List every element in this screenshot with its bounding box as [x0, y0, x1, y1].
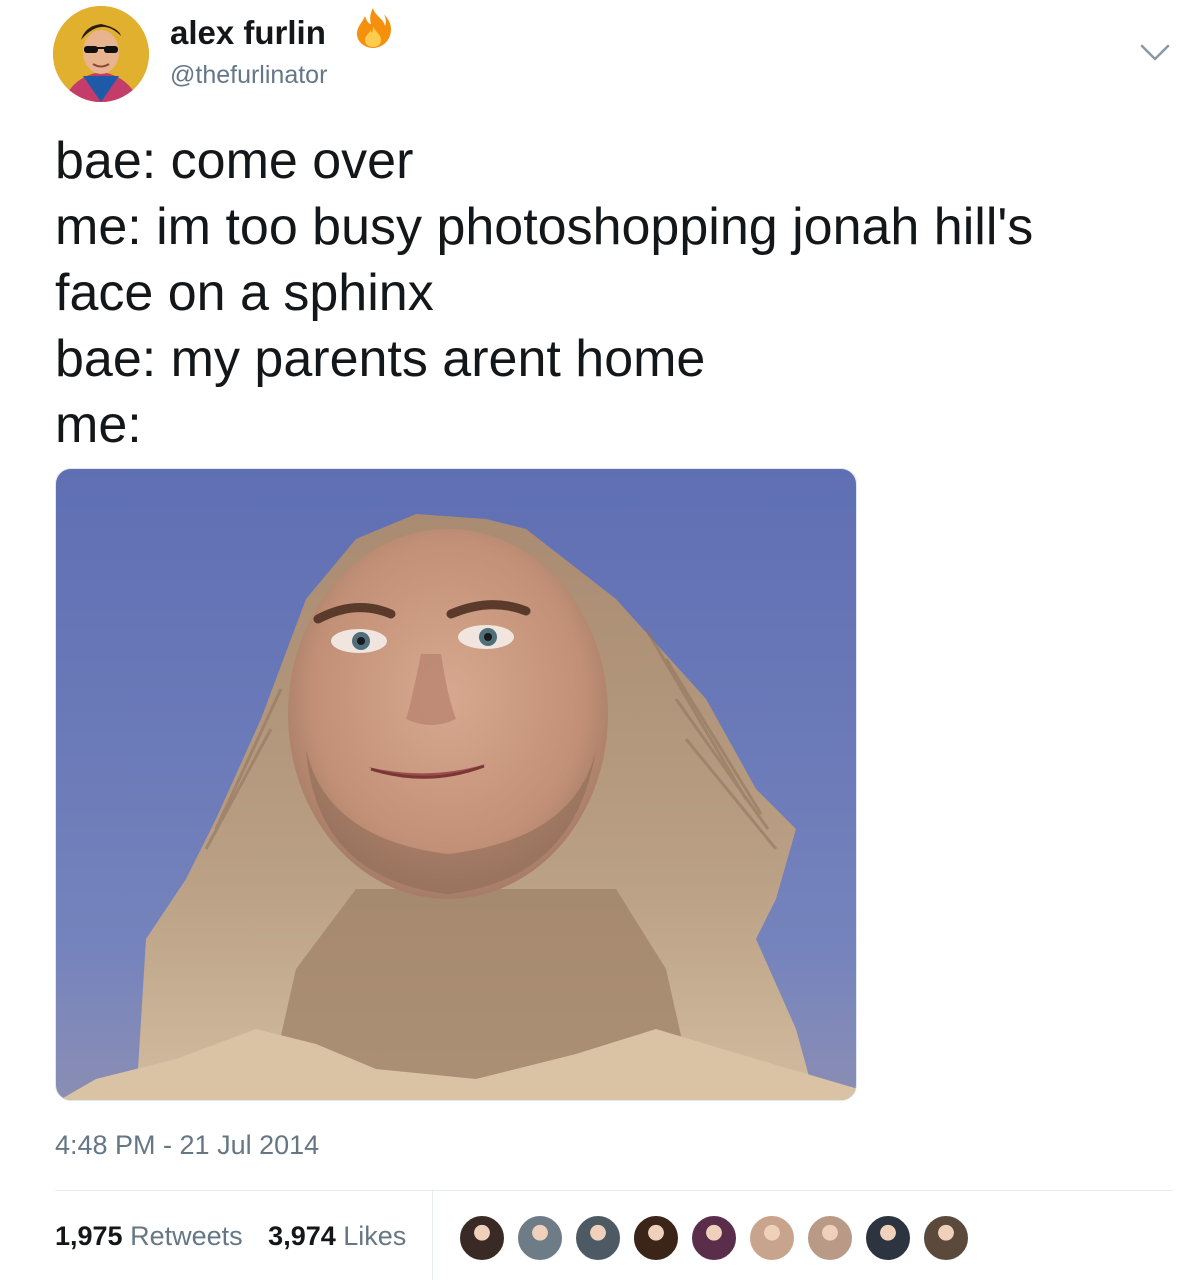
liker-avatar[interactable]	[864, 1214, 912, 1262]
likes-count: 3,974	[268, 1221, 336, 1251]
tweet-line: me: im too busy photoshopping jonah hill…	[55, 198, 1034, 256]
author-display-name[interactable]: alex furlin	[170, 14, 326, 52]
author-handle[interactable]: @thefurlinator	[170, 61, 327, 90]
retweets-count: 1,975	[55, 1221, 123, 1251]
tweet-timestamp[interactable]: 4:48 PM - 21 Jul 2014	[55, 1130, 319, 1161]
stats-divider	[55, 1190, 1173, 1191]
tweet-line: bae: come over	[55, 132, 414, 190]
avatar-photo	[53, 6, 149, 102]
likes-label: Likes	[343, 1221, 407, 1251]
fire-icon	[357, 8, 391, 48]
tweet-text: bae: come over me: im too busy photoshop…	[55, 128, 1165, 458]
tweet-line: face on a sphinx	[55, 264, 434, 322]
author-avatar[interactable]	[53, 6, 149, 102]
retweets-stat[interactable]: 1,975 Retweets	[55, 1221, 243, 1252]
chevron-down-icon[interactable]	[1138, 40, 1172, 64]
liker-avatar[interactable]	[458, 1214, 506, 1262]
liker-avatar[interactable]	[574, 1214, 622, 1262]
tweet-media[interactable]	[55, 468, 857, 1101]
liker-avatar[interactable]	[748, 1214, 796, 1262]
liker-avatar[interactable]	[516, 1214, 564, 1262]
tweet-line: me:	[55, 396, 142, 454]
likes-stat[interactable]: 3,974 Likes	[268, 1221, 406, 1252]
sphinx-photo	[59, 514, 856, 1100]
tweet-stats: 1,975 Retweets 3,974 Likes	[55, 1221, 406, 1252]
tweet-line: bae: my parents arent home	[55, 330, 706, 388]
retweets-label: Retweets	[130, 1221, 243, 1251]
liker-avatar[interactable]	[690, 1214, 738, 1262]
liker-avatar[interactable]	[922, 1214, 970, 1262]
liker-avatar[interactable]	[632, 1214, 680, 1262]
liker-avatar[interactable]	[806, 1214, 854, 1262]
stats-vertical-divider	[432, 1191, 433, 1280]
